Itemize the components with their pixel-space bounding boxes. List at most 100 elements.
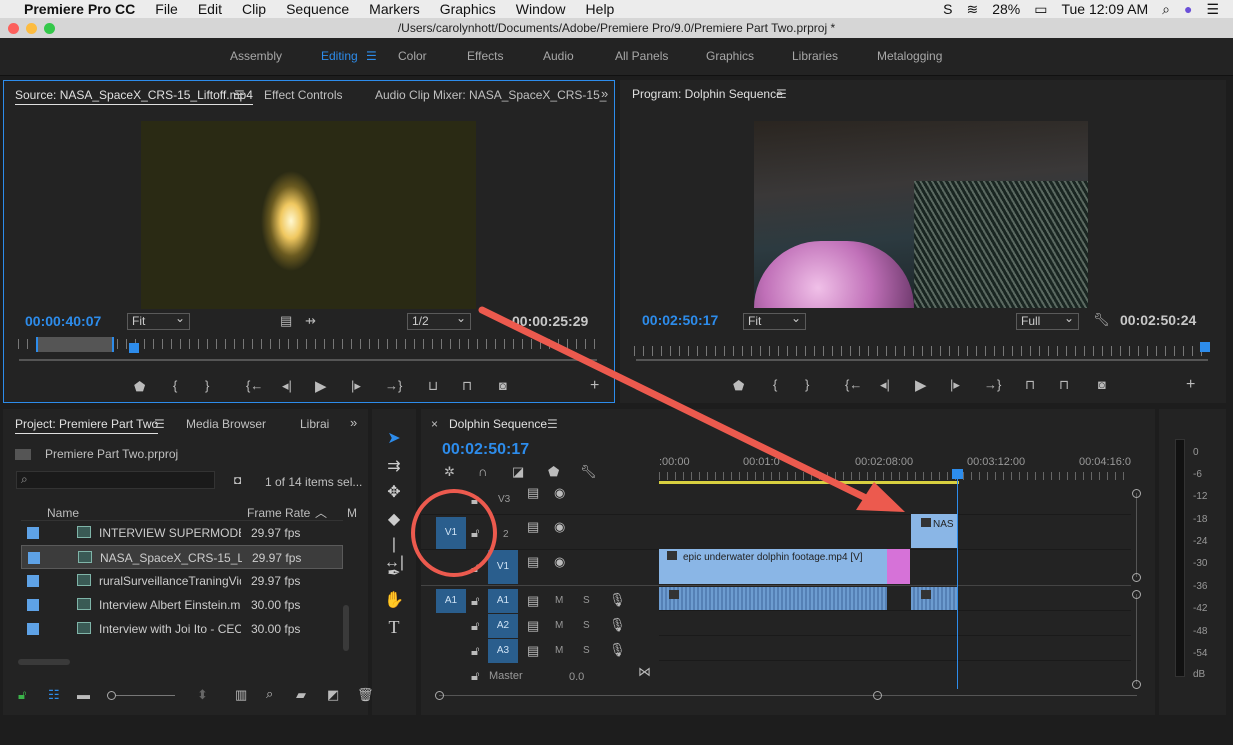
tab-media-browser[interactable]: Media Browser <box>186 417 266 431</box>
timeline-settings-wrench-icon[interactable]: 🔧︎ <box>580 464 597 480</box>
extract-icon[interactable]: ⊓ <box>1059 377 1069 393</box>
program-export-frame-icon[interactable]: ◙ <box>1098 377 1106 392</box>
nest-icon[interactable]: ✲ <box>444 464 455 480</box>
timeline-video-scrollbar[interactable] <box>1132 489 1141 582</box>
scroll-end-handle[interactable] <box>873 691 882 700</box>
v3-sync-lock-icon[interactable]: ▤ <box>527 485 539 501</box>
a2-solo-button[interactable]: S <box>583 620 590 631</box>
zoom-slider[interactable] <box>107 691 175 700</box>
new-bin-icon[interactable]: ▰ <box>296 687 306 703</box>
a3-voiceover-mic-icon[interactable]: 🎙︎ <box>609 642 626 658</box>
menu-graphics[interactable]: Graphics <box>440 1 496 17</box>
battery-percent[interactable]: 28% <box>992 1 1020 17</box>
source-zoom-scrollbar[interactable] <box>19 359 597 361</box>
sort-icons-icon[interactable]: ⬍ <box>197 687 208 703</box>
a1-solo-button[interactable]: S <box>583 595 590 606</box>
master-lock-icon[interactable]: 🔓︎ <box>471 668 479 684</box>
workspace-editing[interactable]: Editing <box>321 49 358 63</box>
source-resolution-dropdown[interactable]: 1/2 <box>407 311 471 330</box>
v2-lock-icon[interactable]: 🔓︎ <box>471 525 479 541</box>
program-resolution-dropdown[interactable]: Full <box>1016 311 1079 330</box>
battery-icon[interactable]: ▭ <box>1034 1 1047 18</box>
app-menu[interactable]: Premiere Pro CC <box>24 1 135 17</box>
workspace-all-panels[interactable]: All Panels <box>615 49 668 63</box>
v1-eye-icon[interactable]: ◉ <box>554 554 565 570</box>
tab-project[interactable]: Project: Premiere Part Two <box>15 417 159 434</box>
audio-scroll-top-handle[interactable] <box>1132 590 1141 599</box>
video-scroll-top-handle[interactable] <box>1132 489 1141 498</box>
project-vertical-scrollbar[interactable] <box>343 605 349 651</box>
a3-lock-icon[interactable]: 🔓︎ <box>471 643 479 659</box>
workspace-menu-icon[interactable]: ☰ <box>366 49 377 63</box>
track-target-a3[interactable]: A3 <box>488 639 518 663</box>
workspace-assembly[interactable]: Assembly <box>230 49 282 63</box>
project-panel-menu-icon[interactable]: ☰ <box>154 417 165 431</box>
zoom-slider-handle[interactable] <box>107 691 116 700</box>
a2-sync-lock-icon[interactable]: ▤ <box>527 618 539 634</box>
a3-mute-button[interactable]: M <box>555 645 563 656</box>
program-mark-in-icon[interactable]: { <box>773 377 777 392</box>
zoom-window-button[interactable] <box>44 23 55 34</box>
master-expand-icon[interactable]: ⋈ <box>638 664 651 680</box>
audio-clip-nasa-a1[interactable] <box>911 587 957 610</box>
a1-lock-icon[interactable]: 🔓︎ <box>471 593 479 609</box>
timeline-playhead-timecode[interactable]: 00:02:50:17 <box>442 441 529 459</box>
col-frame-rate[interactable]: Frame Rate <box>247 506 310 520</box>
menu-markers[interactable]: Markers <box>369 1 420 17</box>
project-more-tabs-icon[interactable]: » <box>350 415 357 430</box>
project-item-row-selected[interactable]: NASA_SpaceX_CRS-15_Liftol 29.97 fps <box>21 545 343 569</box>
slip-tool-icon[interactable]: |↔| <box>382 536 406 571</box>
a2-voiceover-mic-icon[interactable]: 🎙︎ <box>609 617 626 633</box>
safe-margins-icon[interactable]: ▤ <box>280 313 292 329</box>
mark-in-icon[interactable]: { <box>173 378 177 393</box>
a1-sync-lock-icon[interactable]: ▤ <box>527 593 539 609</box>
menu-help[interactable]: Help <box>586 1 615 17</box>
add-marker-icon[interactable]: ⬟ <box>134 379 145 395</box>
mark-out-icon[interactable]: } <box>205 378 209 393</box>
automate-to-sequence-icon[interactable]: ▥ <box>235 687 247 703</box>
project-item-row[interactable]: INTERVIEW SUPERMODEL T\ 29.97 fps <box>21 521 343 545</box>
timeline-playhead-line[interactable] <box>957 471 958 689</box>
tab-dolphin-sequence[interactable]: Dolphin Sequence <box>449 417 547 431</box>
workspace-libraries[interactable]: Libraries <box>792 49 838 63</box>
a1-voiceover-mic-icon[interactable]: 🎙︎ <box>609 592 626 608</box>
project-search-input[interactable]: ⌕ <box>16 471 215 489</box>
program-step-back-icon[interactable]: ◂| <box>880 377 890 393</box>
overwrite-icon[interactable]: ⊓ <box>462 378 472 394</box>
a2-mute-button[interactable]: M <box>555 620 563 631</box>
v3-lock-icon[interactable]: 🔓︎ <box>471 492 479 508</box>
transition-block[interactable] <box>887 549 910 584</box>
v2-sync-lock-icon[interactable]: ▤ <box>527 519 539 535</box>
v3-eye-icon[interactable]: ◉ <box>554 485 565 501</box>
type-tool-icon[interactable]: T <box>382 617 406 639</box>
video-scroll-bottom-handle[interactable] <box>1132 573 1141 582</box>
new-item-icon[interactable]: ◩ <box>327 687 339 703</box>
icon-view-icon[interactable]: ▬ <box>77 687 90 702</box>
linked-selection-icon[interactable]: ◪ <box>512 464 524 480</box>
tab-effect-controls[interactable]: Effect Controls <box>264 88 342 102</box>
tab-audio-clip-mixer[interactable]: Audio Clip Mixer: NASA_SpaceX_CRS-15_ <box>375 88 606 102</box>
program-zoom-scrollbar[interactable] <box>636 359 1208 361</box>
tab-source[interactable]: Source: NASA_SpaceX_CRS-15_Liftoff.mp4 <box>15 88 253 105</box>
project-item-row[interactable]: ruralSurveillanceTraningVid.n 29.97 fps <box>21 569 343 593</box>
clip-nasa-v2[interactable]: NAS <box>911 514 957 548</box>
selection-tool-icon[interactable]: ➤ <box>382 428 406 450</box>
workspace-color[interactable]: Color <box>398 49 427 63</box>
program-mark-out-icon[interactable]: } <box>805 377 809 392</box>
timeline-panel-menu-icon[interactable]: ☰ <box>547 417 558 431</box>
program-panel-menu-icon[interactable]: ☰ <box>776 87 787 101</box>
timeline-playhead-handle[interactable] <box>952 469 963 479</box>
menu-sequence[interactable]: Sequence <box>286 1 349 17</box>
v1-lock-icon[interactable]: 🔓︎ <box>471 560 479 576</box>
close-sequence-icon[interactable]: × <box>431 417 438 431</box>
scroll-start-handle[interactable] <box>435 691 444 700</box>
source-fit-dropdown[interactable]: Fit <box>127 311 190 330</box>
col-more[interactable]: M <box>347 506 357 520</box>
source-playhead-timecode[interactable]: 00:00:40:07 <box>25 313 101 329</box>
menu-clip[interactable]: Clip <box>242 1 266 17</box>
play-icon[interactable]: ▶ <box>315 377 327 395</box>
project-item-row[interactable]: Interview Albert Einstein.mp 30.00 fps <box>21 593 343 617</box>
sort-ascending-icon[interactable]: ︿ <box>315 504 327 521</box>
workspace-effects[interactable]: Effects <box>467 49 503 63</box>
go-to-in-icon[interactable]: {← <box>246 378 263 393</box>
